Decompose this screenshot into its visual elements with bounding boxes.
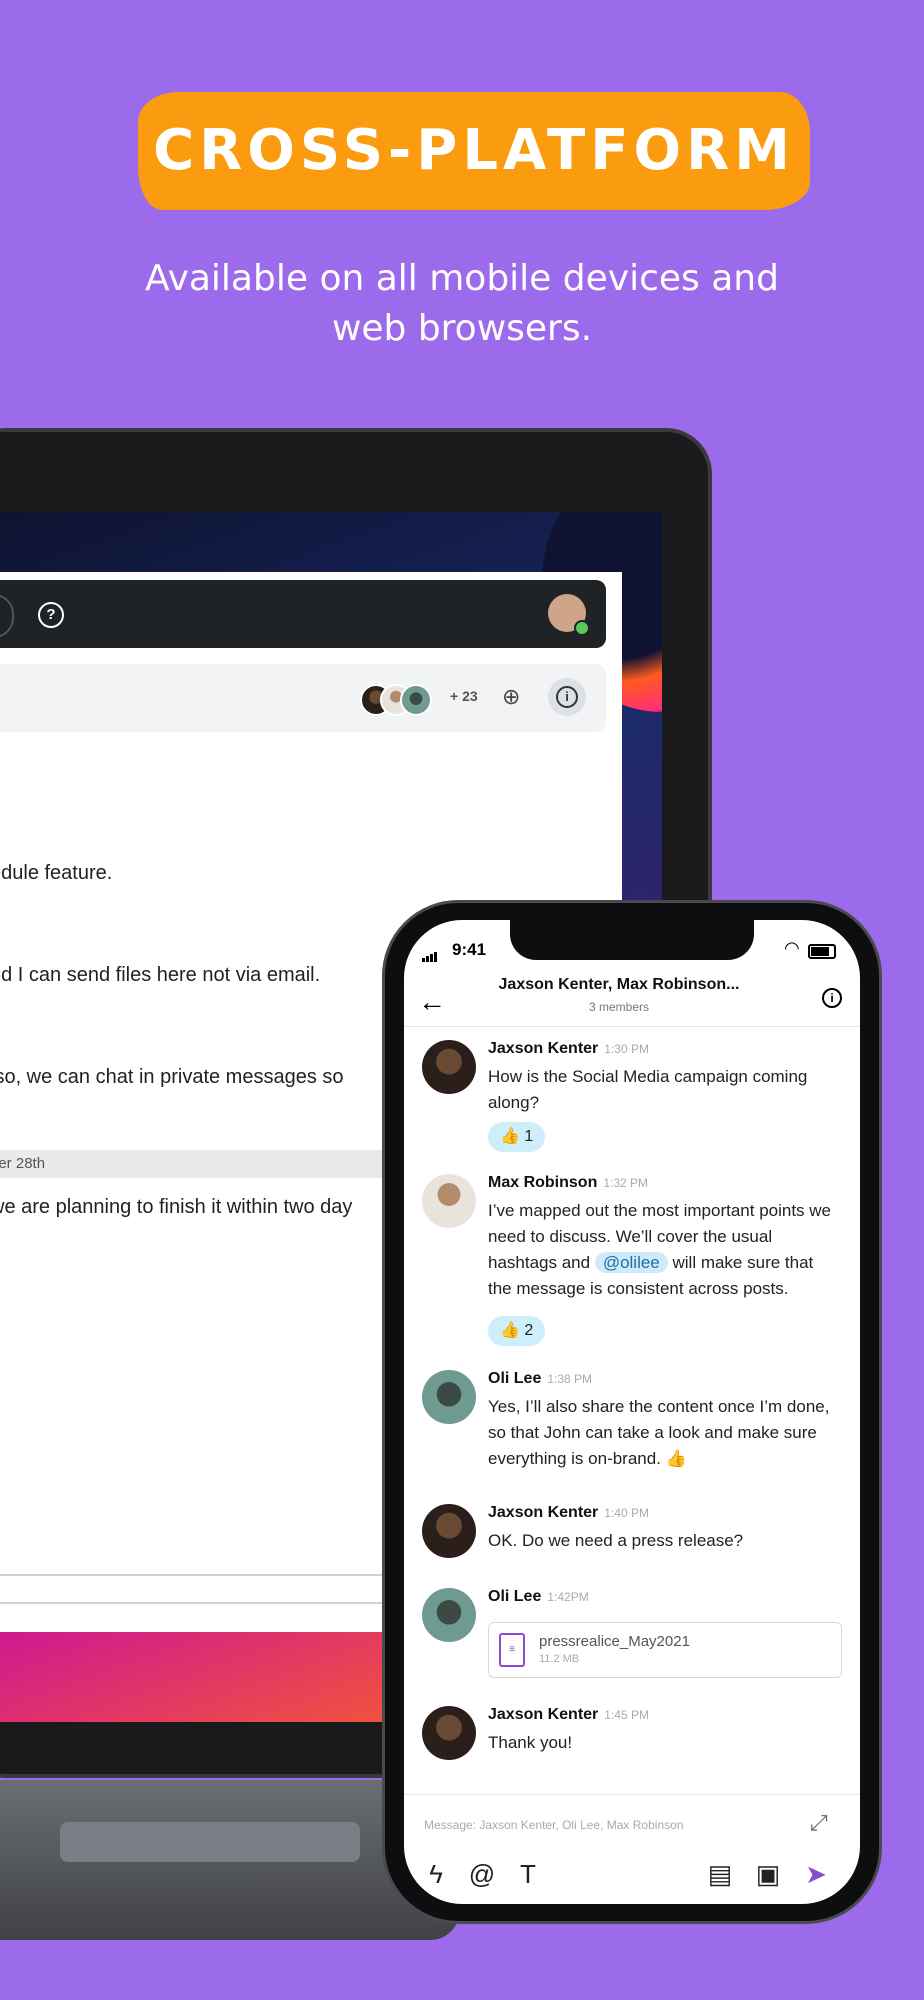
signal-icon: [422, 944, 438, 962]
message-author: Jaxson Kenter 1:40 PM: [488, 1504, 649, 1522]
avatar[interactable]: [422, 1174, 476, 1228]
subtitle: Available on all mobile devices and web …: [100, 254, 824, 354]
author-name: Jaxson Kenter: [488, 1504, 599, 1521]
author-name: Oli Lee: [488, 1588, 542, 1605]
add-user-icon[interactable]: ⊕: [502, 684, 520, 710]
message-time: 1:30 PM: [604, 1042, 649, 1056]
message-author: Oli Lee 1:38 PM: [488, 1370, 592, 1388]
conversation-members: 3 members: [588, 1000, 650, 1014]
message-text: I’ve mapped out the most important point…: [488, 1198, 840, 1302]
phone-screen: 9:41 ◠ ← Jaxson Kenter, Max Robinson... …: [404, 920, 860, 1904]
subtitle-line-1: Available on all mobile devices and: [145, 258, 779, 299]
message-author: Oli Lee 1:42PM: [488, 1588, 589, 1606]
banner-title: CROSS-PLATFORM: [153, 118, 795, 183]
file-name: pressrealice_May2021: [539, 1633, 690, 1650]
back-arrow-icon[interactable]: ←: [418, 986, 446, 1018]
author-name: Jaxson Kenter: [488, 1706, 599, 1723]
file-size: 11.2 MB: [539, 1653, 580, 1665]
avatar[interactable]: [422, 1588, 476, 1642]
avatar[interactable]: [422, 1040, 476, 1094]
search-input[interactable]: [0, 594, 14, 638]
author-name: Jaxson Kenter: [488, 1040, 599, 1057]
mention-icon[interactable]: @: [468, 1860, 496, 1888]
message-author: Jaxson Kenter 1:30 PM: [488, 1040, 649, 1058]
message-author: Max Robinson 1:32 PM: [488, 1174, 648, 1192]
member-avatar: [400, 684, 432, 716]
zip-file-icon: ≡: [499, 1633, 525, 1667]
member-extra-count: + 23: [450, 688, 478, 704]
channel-info-button[interactable]: i: [548, 678, 586, 716]
header-divider: [404, 1026, 860, 1027]
avatar[interactable]: [422, 1370, 476, 1424]
info-icon[interactable]: i: [822, 988, 842, 1008]
reaction-badge[interactable]: 👍 2: [488, 1316, 546, 1346]
avatar[interactable]: [422, 1504, 476, 1558]
wifi-icon: ◠: [784, 938, 800, 958]
message-input[interactable]: Message: Jaxson Kenter, Oli Lee, Max Rob…: [424, 1818, 683, 1832]
laptop-trackpad: [60, 1822, 360, 1862]
reaction-badge[interactable]: 👍 1: [488, 1122, 546, 1152]
message-time: 1:38 PM: [547, 1372, 593, 1386]
desktop-topbar: ?: [0, 580, 606, 648]
message-text: Yes, I’ll also share the content once I’…: [488, 1397, 830, 1468]
text-format-icon[interactable]: T: [514, 1860, 542, 1888]
help-icon[interactable]: ?: [38, 602, 64, 628]
online-status-dot: [574, 620, 590, 636]
laptop-message: lso, we can chat in private messages so: [0, 1066, 344, 1088]
message-time: 1:32 PM: [603, 1176, 649, 1190]
channel-header: + 23 ⊕ i: [0, 664, 606, 732]
conversation-title[interactable]: Jaxson Kenter, Max Robinson...: [484, 976, 754, 994]
lightning-icon[interactable]: ϟ: [422, 1860, 450, 1888]
date-separator-label: ber 28th: [0, 1155, 46, 1172]
document-icon[interactable]: ▤: [706, 1860, 734, 1888]
expand-icon[interactable]: ⤢: [810, 1810, 828, 1836]
message-author: Jaxson Kenter 1:45 PM: [488, 1706, 649, 1724]
image-icon[interactable]: ▣: [754, 1860, 782, 1888]
author-name: Oli Lee: [488, 1370, 542, 1387]
laptop-message: edule feature.: [0, 862, 113, 884]
status-time: 9:41: [452, 940, 487, 959]
composer-divider: [404, 1794, 860, 1795]
send-icon[interactable]: ➤: [802, 1860, 830, 1888]
message-time: 1:42PM: [547, 1590, 589, 1604]
laptop-message: nd I can send files here not via email.: [0, 964, 321, 986]
file-attachment[interactable]: ≡ pressrealice_May2021 11.2 MB: [488, 1622, 842, 1678]
subtitle-line-2: web browsers.: [331, 308, 593, 349]
message-text: Thank you!: [488, 1733, 573, 1752]
phone-notch: [510, 920, 754, 960]
info-icon: i: [556, 686, 578, 708]
message-text: OK. Do we need a press release?: [488, 1531, 744, 1550]
mention-chip[interactable]: @olilee: [594, 1252, 668, 1273]
laptop-message: we are planning to finish it within two …: [0, 1196, 353, 1218]
message-time: 1:40 PM: [604, 1506, 649, 1520]
avatar[interactable]: [422, 1706, 476, 1760]
message-text: How is the Social Media campaign coming …: [488, 1067, 808, 1112]
battery-icon: [808, 944, 836, 959]
author-name: Max Robinson: [488, 1174, 598, 1191]
message-time: 1:45 PM: [604, 1708, 649, 1722]
